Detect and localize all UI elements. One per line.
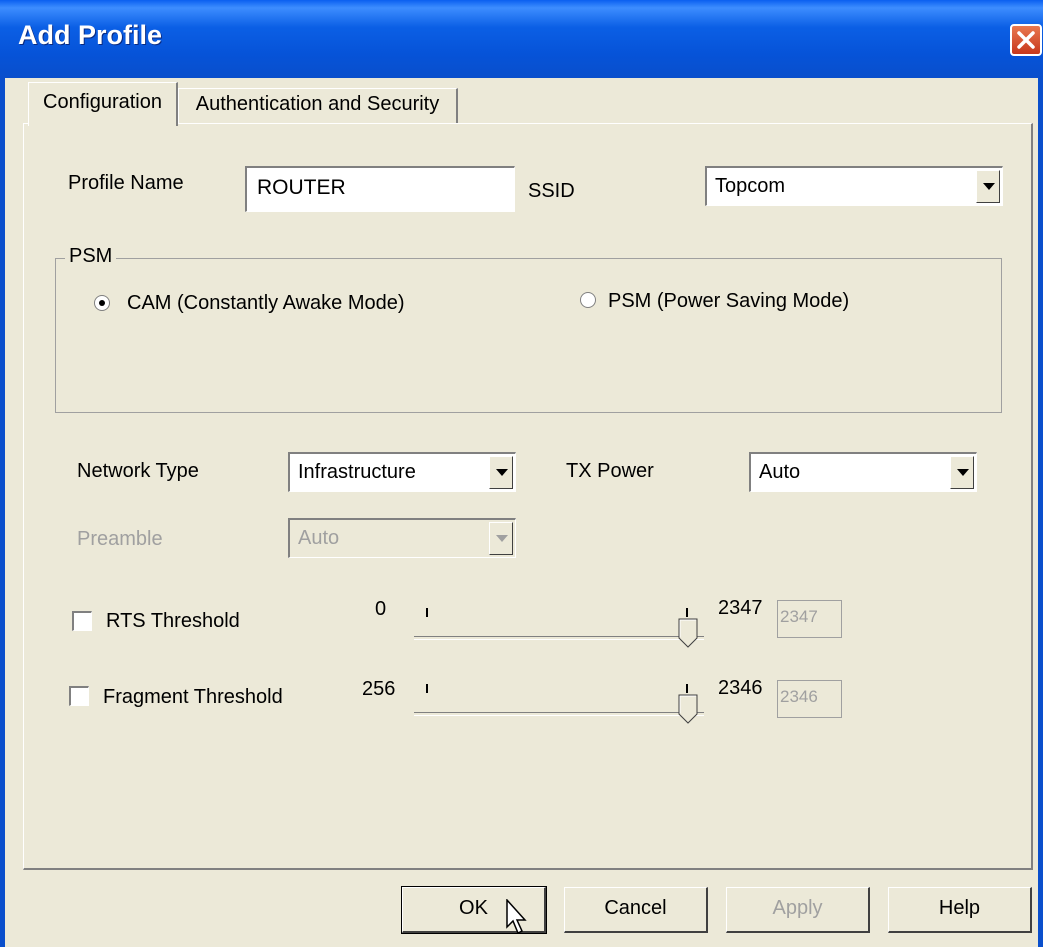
help-button[interactable]: Help [888,887,1032,933]
rts-slider-thumb[interactable] [678,618,698,648]
preamble-value: Auto [298,527,340,549]
fragment-slider-tick-max [686,684,688,693]
psm-group-title: PSM [65,245,117,268]
tab-authentication-security[interactable]: Authentication and Security [178,88,458,124]
apply-button[interactable]: Apply [726,887,870,933]
window-title: Add Profile [18,20,163,50]
profile-name-label: Profile Name [68,172,184,194]
network-type-value: Infrastructure [298,461,416,483]
chevron-down-icon [496,534,508,542]
rts-threshold-label: RTS Threshold [106,610,240,632]
profile-name-input[interactable]: ROUTER [245,166,515,212]
rts-threshold-checkbox[interactable] [72,611,92,631]
tx-power-dropdown[interactable]: Auto [749,452,977,492]
configuration-panel [23,123,1033,870]
fragment-value-box[interactable]: 2346 [777,680,842,718]
psm-label: PSM (Power Saving Mode) [608,290,850,312]
ssid-value: Topcom [715,175,786,197]
rts-value-box[interactable]: 2347 [777,600,842,638]
preamble-dropdown-button[interactable] [489,522,513,555]
add-profile-dialog: Add Profile Configuration Authentication… [0,0,1043,947]
tx-power-label: TX Power [566,460,654,482]
psm-groupbox [55,258,1002,413]
chevron-down-icon [957,468,969,476]
preamble-dropdown[interactable]: Auto [288,518,516,558]
close-button[interactable] [1010,24,1042,56]
title-bar[interactable]: Add Profile [0,0,1043,78]
rts-slider-track[interactable] [414,636,704,640]
tx-power-value: Auto [759,461,801,483]
close-icon [1017,31,1035,49]
cancel-button[interactable]: Cancel [564,887,708,933]
fragment-min-label: 256 [362,678,396,700]
network-type-dropdown-button[interactable] [489,456,513,489]
network-type-dropdown[interactable]: Infrastructure [288,452,516,492]
window-frame-right [1038,78,1043,947]
radio-selected-dot [99,300,105,306]
ssid-dropdown-button[interactable] [976,170,1000,203]
fragment-threshold-checkbox[interactable] [69,686,89,706]
rts-slider-tick-min [426,608,428,617]
network-type-label: Network Type [77,460,199,482]
rts-slider-tick-max [686,608,688,617]
rts-min-label: 0 [375,598,387,620]
ssid-dropdown[interactable]: Topcom [705,166,1003,206]
mouse-pointer-icon [506,899,527,935]
psm-radio[interactable] [580,292,596,308]
fragment-slider-thumb[interactable] [678,694,698,724]
cam-radio[interactable] [94,295,110,311]
window-frame-left [0,78,5,947]
preamble-label: Preamble [77,528,163,550]
cam-label: CAM (Constantly Awake Mode) [127,292,405,314]
fragment-slider-track[interactable] [414,712,704,716]
chevron-down-icon [983,182,995,190]
tx-power-dropdown-button[interactable] [950,456,974,489]
fragment-max-label: 2346 [718,677,763,699]
chevron-down-icon [496,468,508,476]
rts-max-label: 2347 [718,597,763,619]
tab-configuration[interactable]: Configuration [28,82,178,126]
fragment-threshold-label: Fragment Threshold [103,686,283,708]
fragment-slider-tick-min [426,684,428,693]
ssid-label: SSID [528,180,575,202]
